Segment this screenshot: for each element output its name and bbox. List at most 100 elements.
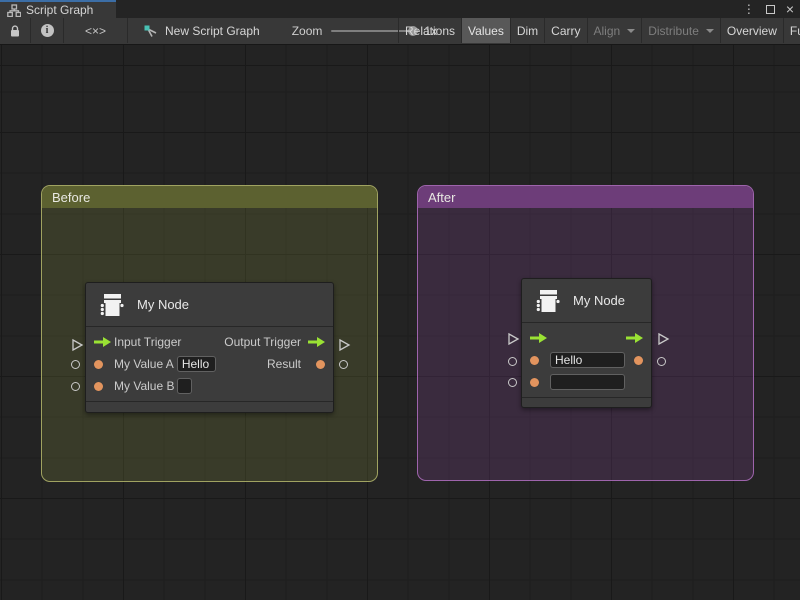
- flow-port-outline-icon: [338, 338, 351, 352]
- node-my-node-after[interactable]: My Node: [521, 278, 652, 408]
- port-row-value-a: My Value A Result: [86, 353, 333, 375]
- carry-label: Carry: [551, 24, 580, 38]
- ext-flow-input-port[interactable]: [507, 332, 520, 351]
- relations-toggle[interactable]: Relations: [399, 18, 461, 43]
- flow-port-outline-icon: [657, 332, 670, 346]
- value-a-field[interactable]: [177, 356, 216, 372]
- ext-flow-input-port[interactable]: [71, 338, 84, 357]
- overview-label: Overview: [727, 24, 777, 38]
- ext-value-input-port[interactable]: [508, 357, 517, 366]
- carry-toggle[interactable]: Carry: [545, 18, 586, 43]
- tab-label: Script Graph: [26, 3, 93, 17]
- flow-input-port[interactable]: [530, 332, 547, 344]
- ext-value-input-port[interactable]: [71, 360, 80, 369]
- distribute-label: Distribute: [648, 24, 699, 38]
- ext-value-output-port[interactable]: [339, 360, 348, 369]
- value-output-port[interactable]: [626, 356, 643, 365]
- fullscreen-button[interactable]: Full Screen: [784, 18, 800, 43]
- unit-icon: [96, 290, 126, 320]
- graph-hierarchy-icon: [7, 4, 21, 17]
- port-row-trigger: [522, 327, 651, 349]
- ext-value-input-port[interactable]: [71, 382, 80, 391]
- code-preview-button[interactable]: <×>: [64, 18, 127, 43]
- ext-flow-output-port[interactable]: [657, 332, 670, 351]
- values-toggle[interactable]: Values: [462, 18, 510, 43]
- value-dot-icon: [530, 378, 539, 387]
- flow-arrow-icon: [626, 332, 643, 344]
- menu-kebab-icon[interactable]: ⋮: [743, 3, 755, 15]
- relations-label: Relations: [405, 24, 455, 38]
- lock-button[interactable]: [0, 18, 30, 43]
- value-output-port[interactable]: [308, 360, 325, 369]
- node-title: My Node: [137, 297, 189, 312]
- port-label: Output Trigger: [224, 335, 301, 349]
- align-dropdown[interactable]: Align: [588, 18, 642, 43]
- value-b-field[interactable]: [177, 378, 192, 394]
- ext-value-input-port[interactable]: [508, 378, 517, 387]
- graph-asset-icon: [143, 24, 159, 38]
- port-row-value-b: [522, 371, 651, 393]
- node-my-node-before[interactable]: My Node Input Trigger Output Trigger: [85, 282, 334, 413]
- port-label: My Value A: [114, 357, 174, 371]
- code-icon: <×>: [85, 24, 106, 38]
- value-dot-icon: [94, 360, 103, 369]
- node-title: My Node: [573, 293, 625, 308]
- values-label: Values: [468, 24, 504, 38]
- graph-breadcrumb[interactable]: New Script Graph: [135, 18, 268, 43]
- align-label: Align: [594, 24, 621, 38]
- graph-canvas[interactable]: Before After My Nod: [0, 45, 800, 600]
- toolbar-left: i <×> New Script Graph Zoom 1x: [0, 18, 437, 43]
- maximize-icon[interactable]: [766, 5, 775, 14]
- script-graph-window: Script Graph ⋮ × i <×>: [0, 0, 800, 600]
- port-label: Result: [267, 357, 301, 371]
- tab-script-graph[interactable]: Script Graph: [0, 0, 116, 18]
- value-input-port[interactable]: [530, 356, 547, 365]
- toolbar-separator: [127, 18, 128, 43]
- window-controls: ⋮ ×: [743, 0, 794, 18]
- value-a-field[interactable]: [550, 352, 625, 368]
- group-after-header[interactable]: After: [418, 186, 753, 208]
- node-footer: [86, 401, 333, 412]
- overview-button[interactable]: Overview: [721, 18, 783, 43]
- flow-arrow-icon: [530, 332, 547, 344]
- node-header[interactable]: My Node: [522, 279, 651, 323]
- fullscreen-label: Full Screen: [790, 24, 800, 38]
- value-dot-icon: [94, 382, 103, 391]
- lock-icon: [9, 24, 21, 38]
- info-icon: i: [41, 24, 54, 37]
- node-header[interactable]: My Node: [86, 283, 333, 327]
- value-b-field[interactable]: [550, 374, 625, 390]
- graph-name: New Script Graph: [165, 24, 260, 38]
- distribute-dropdown[interactable]: Distribute: [642, 18, 720, 43]
- ext-value-output-port[interactable]: [657, 357, 666, 366]
- value-input-port[interactable]: [530, 378, 547, 387]
- unit-icon: [532, 286, 562, 316]
- value-input-port[interactable]: [94, 360, 111, 369]
- info-button[interactable]: i: [31, 18, 63, 43]
- flow-input-port[interactable]: [94, 336, 111, 348]
- port-label: My Value B: [114, 379, 174, 393]
- ext-flow-output-port[interactable]: [338, 338, 351, 357]
- flow-arrow-icon: [94, 336, 111, 348]
- titlebar: Script Graph ⋮ ×: [0, 0, 800, 18]
- zoom-label: Zoom: [292, 24, 323, 38]
- flow-output-port[interactable]: [308, 336, 325, 348]
- toolbar-right: Relations Values Dim Carry Align Distrib…: [398, 18, 800, 43]
- port-row-trigger: Input Trigger Output Trigger: [86, 331, 333, 353]
- dim-toggle[interactable]: Dim: [511, 18, 544, 43]
- value-dot-icon: [530, 356, 539, 365]
- port-row-value-b: My Value B: [86, 375, 333, 397]
- chevron-down-icon: [627, 29, 635, 33]
- group-after-title: After: [428, 190, 455, 205]
- dim-label: Dim: [517, 24, 538, 38]
- port-label: Input Trigger: [114, 335, 181, 349]
- value-dot-icon: [316, 360, 325, 369]
- flow-arrow-icon: [308, 336, 325, 348]
- close-icon[interactable]: ×: [786, 2, 794, 16]
- flow-port-outline-icon: [71, 338, 84, 352]
- group-before-header[interactable]: Before: [42, 186, 377, 208]
- node-body: [522, 323, 651, 397]
- value-input-port[interactable]: [94, 382, 111, 391]
- flow-output-port[interactable]: [626, 332, 643, 344]
- value-dot-icon: [634, 356, 643, 365]
